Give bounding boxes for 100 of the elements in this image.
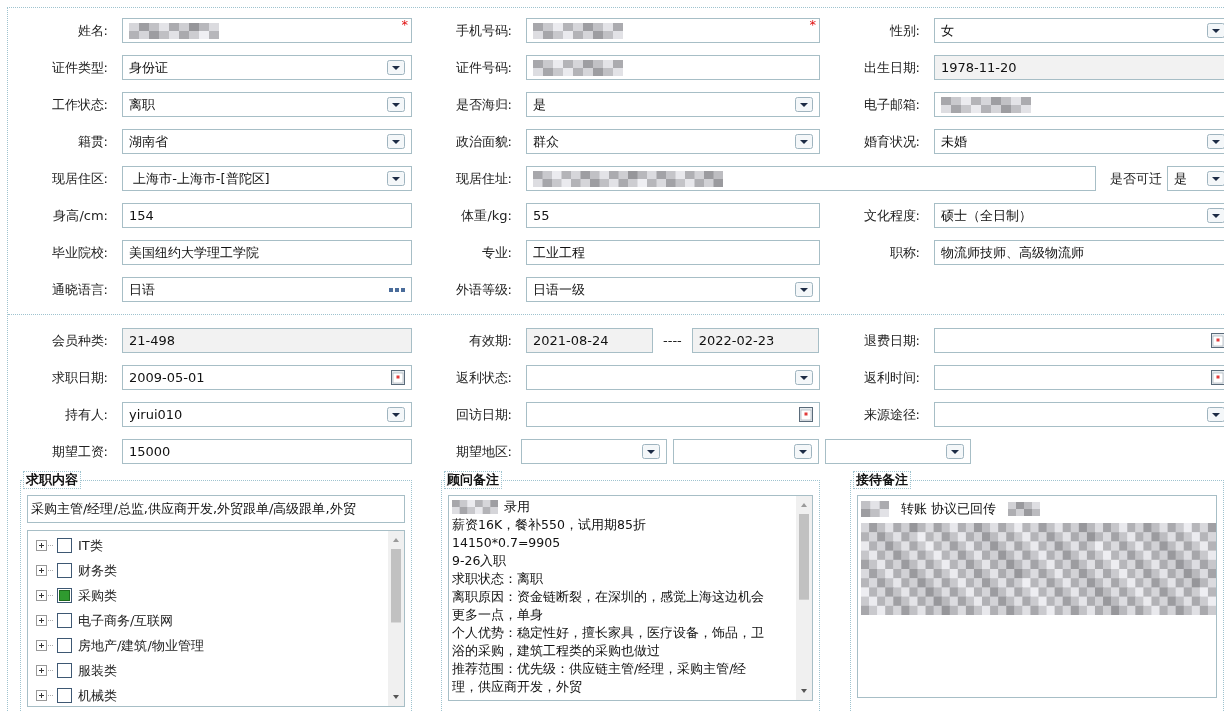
field-label: 证件号码: xyxy=(454,58,512,77)
date-field[interactable] xyxy=(934,365,1224,390)
text-field[interactable]: 工业工程 xyxy=(526,240,820,265)
select-field[interactable]: yirui010 xyxy=(122,402,412,427)
dropdown-arrow-icon[interactable] xyxy=(1207,407,1224,422)
expand-icon[interactable] xyxy=(36,640,54,651)
expand-icon[interactable] xyxy=(36,615,54,626)
panel-title: 顾问备注 xyxy=(444,471,502,489)
text-field[interactable]: 154 xyxy=(122,203,412,228)
text-field[interactable] xyxy=(526,55,820,80)
field-label: 体重/kg: xyxy=(460,206,512,225)
note-line: 9-26入职 xyxy=(452,552,507,570)
checkbox[interactable] xyxy=(57,638,72,653)
text-field[interactable]: * xyxy=(526,18,820,43)
select-field[interactable]: 上海市-上海市-[普陀区] xyxy=(122,166,412,191)
field-label: 期望地区: xyxy=(454,442,512,461)
select-field[interactable] xyxy=(934,402,1224,427)
field-label: 姓名: xyxy=(76,21,108,40)
calendar-icon[interactable] xyxy=(1211,370,1224,385)
field-label: 退费日期: xyxy=(862,331,920,350)
select-field[interactable]: 湖南省 xyxy=(122,129,412,154)
field-label: 有效期: xyxy=(467,331,512,350)
expand-icon[interactable] xyxy=(36,565,54,576)
range-separator: ---- xyxy=(663,331,682,350)
checkbox[interactable] xyxy=(57,663,72,678)
field-label: 籍贯: xyxy=(76,132,108,151)
text-field[interactable]: 15000 xyxy=(122,439,412,464)
select-field[interactable] xyxy=(526,365,820,390)
field-label: 证件类型: xyxy=(50,58,108,77)
dropdown-arrow-icon[interactable] xyxy=(1207,171,1224,186)
select-field[interactable] xyxy=(673,439,819,464)
field-label: 工作状态: xyxy=(50,95,108,114)
tree-item[interactable]: IT类 xyxy=(78,535,103,556)
checkbox[interactable] xyxy=(57,613,72,628)
calendar-icon[interactable] xyxy=(1211,333,1224,348)
calendar-icon[interactable] xyxy=(799,407,813,422)
notes-textarea[interactable]: 转账 协议已回传 xyxy=(857,495,1217,698)
tree-item[interactable]: 电子商务/互联网 xyxy=(78,610,174,631)
text-field[interactable] xyxy=(934,92,1224,117)
text-field[interactable]: 物流师技师、高级物流师 xyxy=(934,240,1224,265)
date-field[interactable] xyxy=(934,328,1224,353)
field-label: 回访日期: xyxy=(454,405,512,424)
tree-item[interactable]: 机械类 xyxy=(78,685,117,706)
field-label: 通晓语言: xyxy=(50,280,108,299)
checkbox[interactable] xyxy=(57,538,72,553)
select-field[interactable]: 身份证 xyxy=(122,55,412,80)
note-line: 浴的采购，建筑工程类的采购也做过 xyxy=(452,642,660,660)
tree-item[interactable]: 服装类 xyxy=(78,660,117,681)
date-field[interactable] xyxy=(526,402,820,427)
select-field[interactable]: 硕士（全日制） xyxy=(934,203,1224,228)
select-field[interactable]: 女 xyxy=(934,18,1224,43)
field-label: 会员种类: xyxy=(50,331,108,350)
lookup-field[interactable]: 日语 xyxy=(122,277,412,302)
select-field[interactable]: 未婚 xyxy=(934,129,1224,154)
field-label: 求职日期: xyxy=(50,368,108,387)
required-mark: * xyxy=(809,17,816,33)
readonly-field[interactable]: 2022-02-23 xyxy=(691,328,819,353)
checkbox[interactable] xyxy=(57,688,72,703)
scrollbar[interactable] xyxy=(796,496,812,700)
text-field[interactable]: 美国纽约大学理工学院 xyxy=(122,240,412,265)
text-field[interactable]: 采购主管/经理/总监,供应商开发,外贸跟单/高级跟单,外贸 xyxy=(27,495,405,523)
scrollbar[interactable] xyxy=(388,531,404,706)
readonly-field[interactable]: 2021-08-24 xyxy=(526,328,653,353)
text-field[interactable]: 55 xyxy=(526,203,820,228)
select-field[interactable]: 群众 xyxy=(526,129,820,154)
checkbox[interactable] xyxy=(57,563,72,578)
text-field[interactable] xyxy=(526,166,1096,191)
tree-item[interactable]: 财务类 xyxy=(78,560,117,581)
notes-textarea[interactable]: 录用 薪资16K，餐补550，试用期85折 14150*0.7=9905 9-26入职 求职状态：离职 离职原因：资金链断裂，在深圳的，感觉上海这边机会 更多一点，单身 个人优势：稳定性好，擅长家具，医疗设备，饰品，卫 浴的采购，建筑工程类的采购也做过 推荐范围：优先级：供应链主管/经理，采购主管/经 理，供应商开发，外贸 xyxy=(448,495,813,701)
expand-icon[interactable] xyxy=(36,540,54,551)
more-icon[interactable] xyxy=(389,287,405,292)
select-field[interactable]: 离职 xyxy=(122,92,412,117)
field-label: 来源途径: xyxy=(862,405,920,424)
tree-item[interactable]: 采购类 xyxy=(78,585,117,606)
panel-title: 接待备注 xyxy=(853,471,911,489)
tree-item[interactable]: 房地产/建筑/物业管理 xyxy=(78,635,204,656)
note-line: 更多一点，单身 xyxy=(452,606,543,624)
field-label: 电子邮箱: xyxy=(862,95,920,114)
checkbox[interactable] xyxy=(57,588,72,603)
expand-icon[interactable] xyxy=(36,665,54,676)
dropdown-arrow-icon[interactable] xyxy=(1207,23,1224,38)
select-field[interactable]: 日语一级 xyxy=(526,277,820,302)
select-field[interactable] xyxy=(825,439,971,464)
calendar-icon[interactable] xyxy=(391,370,405,385)
date-field[interactable]: 2009-05-01 xyxy=(122,365,412,390)
field-label: 期望工资: xyxy=(50,442,108,461)
select-field[interactable]: 是 xyxy=(1167,166,1224,191)
expand-icon[interactable] xyxy=(36,590,54,601)
dropdown-arrow-icon[interactable] xyxy=(1207,208,1224,223)
note-line: 14150*0.7=9905 xyxy=(452,534,561,552)
select-field[interactable]: 是 xyxy=(526,92,820,117)
dropdown-arrow-icon[interactable] xyxy=(1207,134,1224,149)
note-line: 离职原因：资金链断裂，在深圳的，感觉上海这边机会 xyxy=(452,588,764,606)
readonly-field[interactable]: 1978-11-20 xyxy=(934,55,1224,80)
select-field[interactable] xyxy=(521,439,667,464)
expand-icon[interactable] xyxy=(36,690,54,701)
readonly-field[interactable]: 21-498 xyxy=(122,328,412,353)
note-line: 理，供应商开发，外贸 xyxy=(452,678,582,696)
required-mark: * xyxy=(401,17,408,33)
text-field[interactable]: * xyxy=(122,18,412,43)
